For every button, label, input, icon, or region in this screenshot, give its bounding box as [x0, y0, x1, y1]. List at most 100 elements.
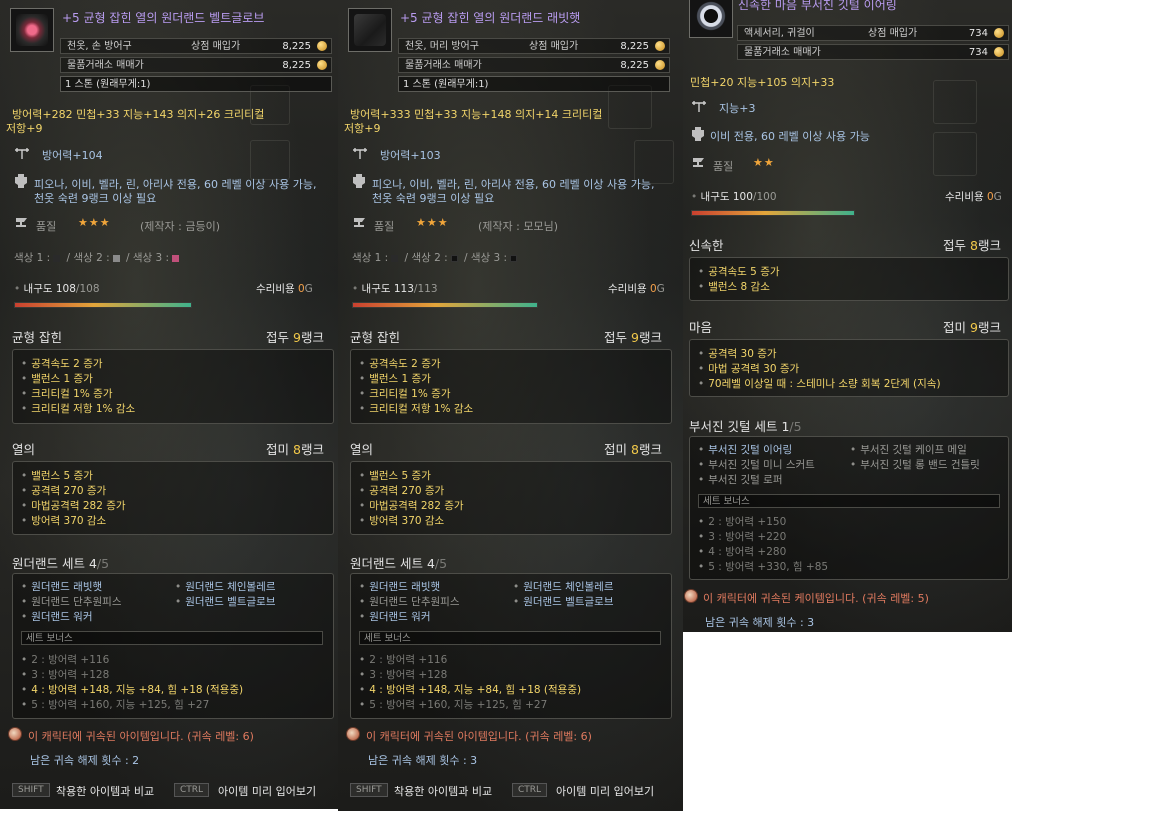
unbind-count: 남은 귀속 해제 횟수 : 3 — [705, 616, 815, 629]
enchant-prefix-name: 균형 잡힌 — [350, 330, 400, 345]
base-defense: 방어력+103 — [380, 149, 441, 162]
enchant-prefix-name: 균형 잡힌 — [12, 330, 62, 345]
market-row: 물품거래소 매매가 8,225 — [398, 57, 670, 73]
shop-price: 8,225 — [282, 41, 311, 52]
background-slot — [250, 140, 290, 180]
bind-text: 이 캐릭터에 귀속된 케이템입니다. (귀속 레벨: 5) — [703, 592, 929, 605]
item-category: 천옷, 손 방어구 — [67, 41, 132, 52]
rank-type: 접두 — [266, 330, 290, 345]
weight-field: 1 스톤 (원래무게:1) — [398, 76, 670, 92]
durability-label: 내구도 — [361, 283, 391, 295]
set-item: 원더랜드 워커 — [359, 609, 430, 624]
repair-unit: G — [656, 283, 665, 295]
quality-label: 품질 — [713, 160, 734, 173]
set-item: 원더랜드 래빗햇 — [359, 579, 440, 594]
rank-number: 8 — [293, 442, 301, 457]
color-3-swatch — [510, 254, 518, 262]
enchant-effect: 공격속도 5 증가 — [698, 264, 779, 279]
market-price: 734 — [968, 47, 988, 58]
market-price-label: 물품거래소 매매가 — [67, 60, 144, 71]
gold-coin-icon — [655, 60, 665, 70]
durability: • 내구도 113/113 — [352, 283, 438, 295]
enchant-effect: 밸런스 5 증가 — [21, 468, 93, 483]
enchant-effect: 크리티컬 저항 1% 감소 — [359, 401, 473, 416]
durability-current: 108 — [55, 283, 76, 295]
rank-type: 접두 — [604, 330, 628, 345]
enchant-effect: 마법 공격력 30 증가 — [698, 361, 799, 376]
base-stat: 지능+3 — [719, 102, 756, 115]
item-title: 신속한 마음 부서진 깃털 이어링 — [738, 0, 897, 12]
enchant-effect: 밸런스 8 감소 — [698, 279, 770, 294]
repair-label: 수리비용 — [608, 283, 647, 295]
enchant-suffix-name: 열의 — [12, 442, 36, 457]
anvil-icon — [693, 158, 704, 167]
rank-type: 접미 — [604, 442, 628, 457]
durability-max: /100 — [752, 191, 777, 203]
item-category: 천옷, 머리 방어구 — [405, 41, 479, 52]
repair-unit: G — [304, 283, 313, 295]
set-item: 원더랜드 단추원피스 — [21, 594, 121, 609]
enchant-effect: 밸런스 1 증가 — [21, 371, 93, 386]
rank-number: 9 — [293, 330, 301, 345]
armor-class-icon — [692, 127, 704, 141]
item-title: +5 균형 잡힌 열의 원더랜드 벨트글로브 — [62, 11, 265, 25]
rank-suffix: 랭크 — [300, 330, 324, 345]
enchant-suffix-box: 밸런스 5 증가 공격력 270 증가 마법공격력 282 증가 방어력 370… — [12, 461, 334, 535]
set-bonus: 5 : 방어력 +160, 지능 +125, 힘 +27 — [359, 697, 547, 712]
bind-text: 이 캐릭터에 귀속된 아이템입니다. (귀속 레벨: 6) — [28, 730, 254, 743]
enchant-prefix-rank: 접두 9랭크 — [604, 327, 662, 346]
color-2-swatch — [450, 254, 458, 262]
bind-text: 이 캐릭터에 귀속된 아이템입니다. (귀속 레벨: 6) — [366, 730, 592, 743]
set-count: 4 — [88, 556, 97, 571]
durability: • 내구도 108/108 — [14, 283, 100, 295]
shift-hint: 착용한 아이템과 비교 — [56, 785, 155, 798]
set-bonus-header: 세트 보너스 — [359, 631, 661, 645]
market-price-label: 물품거래소 매매가 — [744, 47, 821, 58]
set-box: 원더랜드 래빗햇 원더랜드 체인볼레르 원더랜드 단추원피스 원더랜드 벨트글로… — [12, 573, 334, 719]
durability-current: 100 — [732, 191, 753, 203]
bind-warning-icon — [346, 727, 360, 741]
stats-line-2: 저항+9 — [344, 122, 381, 135]
rank-type: 접두 — [943, 238, 967, 253]
enchant-prefix-name: 신속한 — [689, 238, 724, 253]
repair-cost: 수리비용 0G — [945, 189, 1002, 204]
stats-line-2: 저항+9 — [6, 122, 43, 135]
enchant-suffix-name: 열의 — [350, 442, 374, 457]
enchant-effect: 크리티컬 1% 증가 — [359, 386, 450, 401]
shift-key: SHIFT — [12, 783, 50, 797]
enchant-effect: 마법공격력 282 증가 — [359, 498, 463, 513]
shop-price: 734 — [968, 28, 988, 39]
quality-stars: ★★★ — [78, 216, 111, 229]
enchant-prefix-box: 공격속도 2 증가 밸런스 1 증가 크리티컬 1% 증가 크리티컬 저항 1%… — [12, 349, 334, 424]
enchant-effect: 공격력 270 증가 — [359, 483, 444, 498]
shift-hint: 착용한 아이템과 비교 — [394, 785, 493, 798]
category-row: 천옷, 손 방어구 상점 매입가 8,225 — [60, 38, 332, 54]
anvil-icon — [16, 218, 27, 227]
dye-colors: 색상 1 : / 색상 2 : / 색상 3 : — [352, 250, 520, 265]
durability-bar-fill — [15, 303, 191, 307]
ctrl-hint: 아이템 미리 입어보기 — [218, 785, 317, 798]
set-item: 원더랜드 체인볼레르 — [175, 579, 275, 594]
armor-class-icon — [353, 174, 365, 188]
durability: • 내구도 100/100 — [691, 191, 777, 203]
enchant-suffix-rank: 접미 8랭크 — [266, 439, 324, 458]
ctrl-key: CTRL — [512, 783, 548, 797]
durability-bar — [352, 302, 538, 308]
weight-field: 1 스톤 (원래무게:1) — [60, 76, 332, 92]
quality-label: 품질 — [374, 220, 395, 233]
rank-type: 접미 — [943, 320, 967, 335]
enchant-effect: 방어력 370 감소 — [359, 513, 444, 528]
requirement-line-1: 이비 전용, 60 레벨 이상 사용 가능 — [710, 130, 870, 143]
craft-tool-icon — [15, 148, 29, 159]
set-total: /5 — [434, 556, 448, 571]
item-category: 액세서리, 귀걸이 — [744, 28, 815, 39]
gold-coin-icon — [317, 41, 327, 51]
set-bonus: 5 : 방어력 +330, 힘 +85 — [698, 559, 828, 574]
enchant-effect: 70레벨 이상일 때 : 스테미나 소량 회복 2단계 (지속) — [698, 376, 940, 391]
item-tooltip-earring: 신속한 마음 부서진 깃털 이어링 액세서리, 귀걸이 상점 매입가 734 물… — [683, 0, 1012, 632]
enchant-suffix-rank: 접미 8랭크 — [604, 439, 662, 458]
unbind-count: 남은 귀속 해제 횟수 : 3 — [368, 754, 478, 767]
enchant-suffix-box: 공격력 30 증가 마법 공격력 30 증가 70레벨 이상일 때 : 스테미나… — [689, 339, 1009, 397]
requirement-line-2: 천옷 숙련 9랭크 이상 필요 — [372, 192, 495, 205]
category-row: 천옷, 머리 방어구 상점 매입가 8,225 — [398, 38, 670, 54]
